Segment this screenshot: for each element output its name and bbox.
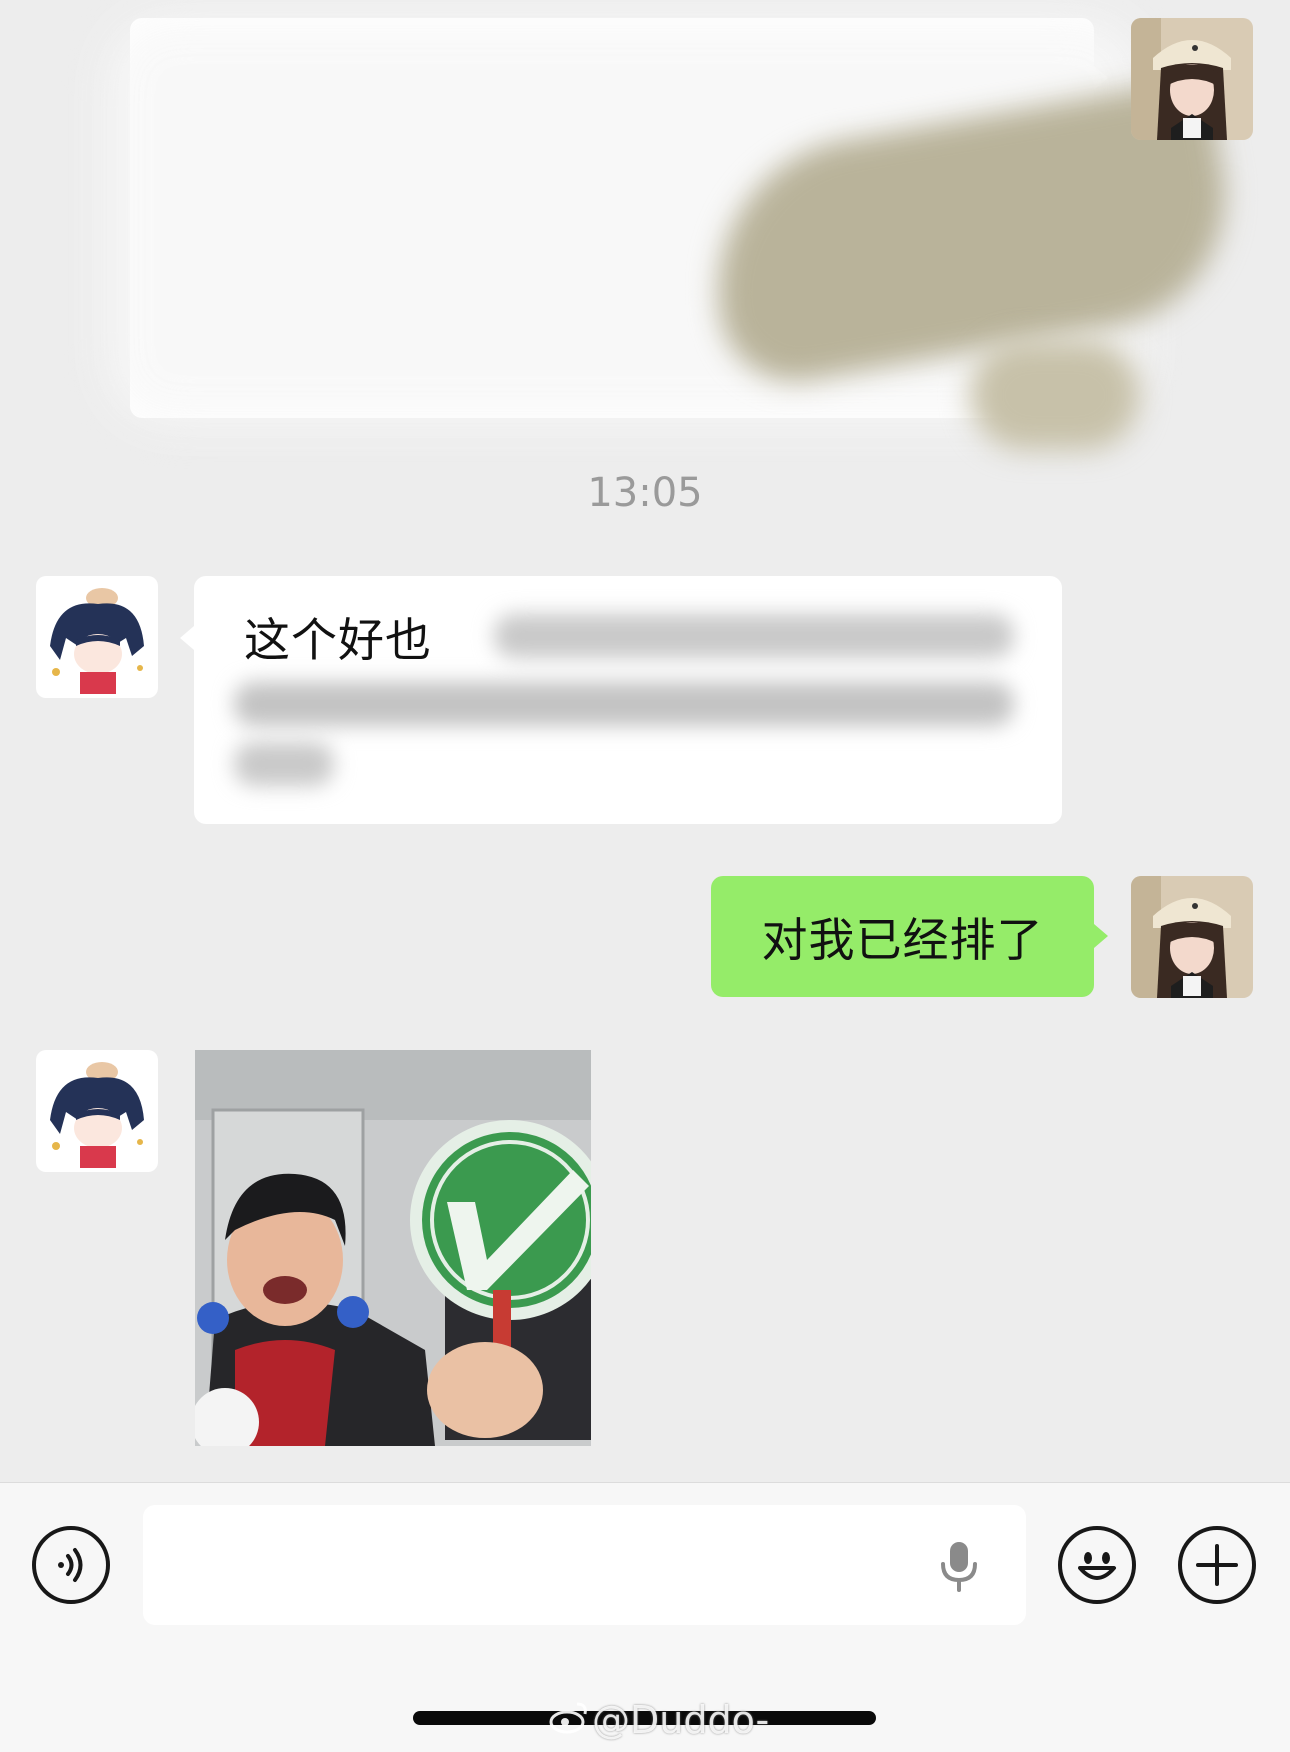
- redacted-line-2: [234, 682, 1014, 726]
- girl-cap-avatar[interactable]: [1131, 876, 1253, 998]
- voice-mode-icon[interactable]: [32, 1526, 110, 1604]
- message-text: 对我已经排了: [761, 912, 1044, 967]
- message-text: 这个好也: [244, 613, 432, 667]
- microphone-icon[interactable]: [938, 1540, 980, 1592]
- chat-message-outgoing-redacted: [0, 0, 1290, 470]
- message-bubble-outgoing[interactable]: 对我已经排了: [711, 876, 1094, 997]
- plus-icon[interactable]: [1178, 1526, 1256, 1604]
- girl-cap-avatar[interactable]: [1131, 18, 1253, 140]
- redacted-line-3: [234, 742, 334, 786]
- message-bubble[interactable]: 这个好也: [194, 576, 1062, 824]
- bubble-tail: [180, 626, 194, 650]
- watermark-text: @Duddo-: [592, 1698, 770, 1742]
- emoji-icon[interactable]: [1058, 1526, 1136, 1604]
- chat-timestamp: 13:05: [587, 470, 703, 516]
- anime-boy-avatar[interactable]: [36, 576, 158, 698]
- redaction-scribble-brown-tail: [970, 340, 1140, 450]
- message-input[interactable]: [143, 1505, 1026, 1625]
- anime-boy-avatar[interactable]: [36, 1050, 158, 1172]
- bubble-tail: [1094, 924, 1108, 948]
- weibo-icon: [549, 1700, 589, 1743]
- redacted-line-1: [494, 614, 1014, 658]
- checkmark-sign-meme-sticker[interactable]: [195, 1050, 591, 1446]
